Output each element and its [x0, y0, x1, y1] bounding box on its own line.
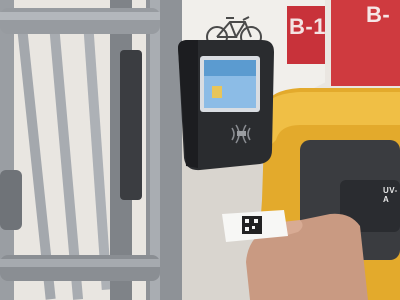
screen-graphic — [212, 86, 222, 98]
reader-mount — [120, 50, 142, 200]
sign-divider — [325, 0, 331, 86]
screen-content — [204, 76, 256, 108]
machine-label: UV-A — [383, 186, 398, 204]
wall-sign-left: B-1 — [289, 14, 326, 39]
ticket-reader — [178, 40, 274, 171]
qr-code-icon — [242, 216, 262, 234]
scene-illustration — [0, 0, 400, 300]
wall-sign-right: B- — [366, 2, 391, 27]
screen-header — [204, 60, 256, 76]
photo-scene: B-1 B- UV-A — [0, 0, 400, 300]
reader-indicator — [237, 131, 246, 136]
